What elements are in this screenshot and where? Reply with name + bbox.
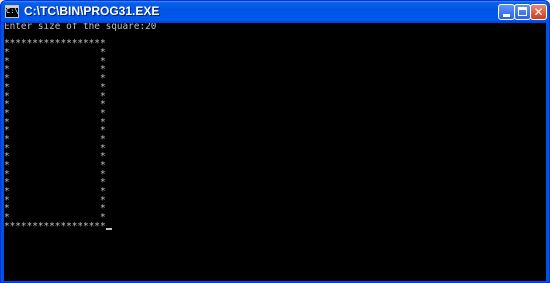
title-bar[interactable]: C:\ C:\TC\BIN\PROG31.EXE ✕ [1,1,549,23]
maximize-button[interactable] [514,4,531,20]
console-icon[interactable]: C:\ [5,5,19,18]
square-bottom-edge: ****************** [4,220,106,232]
console-window: C:\ C:\TC\BIN\PROG31.EXE ✕ Enter size of… [0,0,550,283]
console-output[interactable]: Enter size of the square:20 *************… [4,23,546,281]
minimize-button[interactable] [498,4,515,20]
prompt-line: Enter size of the square:20 [4,23,157,32]
close-icon: ✕ [533,5,544,19]
console-text: Enter size of the square:20 *************… [4,23,546,232]
close-button[interactable]: ✕ [530,4,547,20]
text-cursor [105,227,112,230]
minimize-icon [503,14,510,17]
window-title: C:\TC\BIN\PROG31.EXE [24,4,160,18]
maximize-icon [518,7,527,16]
square-bottom-line: ****************** [4,220,546,232]
